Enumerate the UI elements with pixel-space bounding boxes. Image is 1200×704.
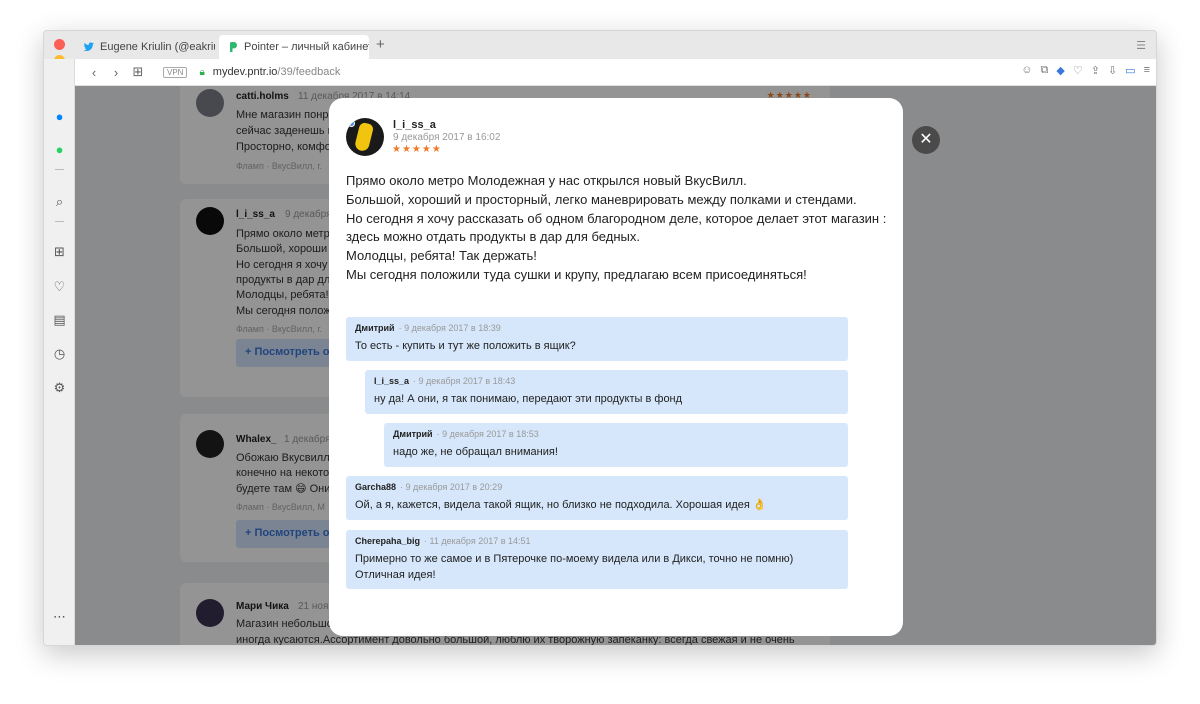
- tabs-grid-icon[interactable]: ⊞: [127, 64, 149, 80]
- banana-avatar-icon: [353, 121, 375, 153]
- comment: Дмитрий · 9 декабря 2017 в 18:39 То есть …: [346, 317, 848, 361]
- search-icon[interactable]: ⌕: [52, 194, 67, 209]
- review-text-line: Мы сегодня положили туда сушки и крупу, …: [346, 266, 807, 282]
- comment-text: Примерно то же самое и в Пятерочке по-мо…: [355, 553, 794, 565]
- bookmarks-heart-icon[interactable]: ♡: [52, 279, 67, 294]
- comment-reply: l_i_ss_a · 9 декабря 2017 в 18:43 ну да! …: [365, 370, 848, 414]
- news-icon[interactable]: ▤: [52, 312, 67, 327]
- lock-icon: 🔒︎: [199, 66, 205, 78]
- tab-twitter[interactable]: Eugene Kriulin (@eakriulin) /: [75, 35, 215, 59]
- review-text-line: Прямо около метро Молодежная у нас откры…: [346, 173, 747, 188]
- review-modal: l_i_ss_a 9 декабря 2017 в 16:02 ★★★★★ Пр…: [329, 98, 903, 636]
- comment-author[interactable]: Дмитрий: [355, 323, 395, 333]
- comment-reply: Дмитрий · 9 декабря 2017 в 18:53 надо же,…: [384, 423, 848, 467]
- review-text-line: Большой, хороший и просторный, легко ман…: [346, 191, 857, 207]
- comment-text: ну да! А они, я так понимаю, передают эт…: [374, 393, 683, 405]
- comment-author[interactable]: l_i_ss_a: [374, 376, 409, 386]
- speed-dial-icon[interactable]: ⊞: [52, 244, 67, 259]
- review-text-line: Но сегодня я хочу рассказать об одном бл…: [346, 210, 887, 226]
- history-clock-icon[interactable]: ◷: [52, 346, 67, 361]
- comment-author[interactable]: Cherepaha_big: [355, 536, 420, 546]
- comment-author[interactable]: Garcha88: [355, 482, 396, 492]
- settings-gear-icon[interactable]: ⚙: [52, 380, 67, 395]
- twitter-icon: [83, 41, 95, 53]
- url-field[interactable]: mydev.pntr.io/39/feedback: [213, 66, 341, 78]
- share-icon[interactable]: ⇪: [1091, 64, 1100, 77]
- comment: Cherepaha_big · 11 декабря 2017 в 14:51 П…: [346, 530, 848, 589]
- comment-text: То есть - купить и тут же положить в ящи…: [355, 340, 576, 352]
- review-body: Прямо около метро Молодежная у нас откры…: [346, 172, 886, 285]
- back-icon[interactable]: ‹: [83, 65, 105, 80]
- address-bar: ‹ › ⊞ VPN 🔒︎ mydev.pntr.io/39/feedback ☺…: [75, 59, 1156, 86]
- tab-pointer[interactable]: Pointer – личный кабинет: [219, 35, 369, 59]
- comment: Garcha88 · 9 декабря 2017 в 20:29 Ой, а я…: [346, 476, 848, 520]
- comment-text: Ой, а я, кажется, видела такой ящик, но …: [355, 499, 767, 511]
- tab-label: Eugene Kriulin (@eakriulin) /: [100, 41, 215, 53]
- pointer-logo-icon: [227, 41, 239, 53]
- tab-menu-icon[interactable]: ☰: [1136, 39, 1146, 52]
- browser-sidebar: ● ● ⌕ ⊞ ♡ ▤ ◷ ⚙ ⋯: [44, 59, 75, 645]
- comment-date: 9 декабря 2017 в 18:53: [442, 429, 539, 439]
- tab-label: Pointer – личный кабинет: [244, 41, 369, 53]
- review-text-line: Молодцы, ребята! Так держать!: [346, 248, 537, 264]
- review-author[interactable]: l_i_ss_a: [393, 119, 436, 131]
- comment-date: 9 декабря 2017 в 20:29: [405, 482, 503, 492]
- close-modal-button[interactable]: ✕: [912, 126, 940, 154]
- avatar: [346, 118, 384, 156]
- comment-date: 11 декабря 2017 в 14:51: [429, 536, 531, 546]
- comment-text: надо же, не обращал внимания!: [393, 446, 558, 458]
- heart-icon[interactable]: ♡: [1073, 64, 1083, 77]
- comment-author[interactable]: Дмитрий: [393, 429, 433, 439]
- emoji-icon[interactable]: ☺: [1021, 64, 1032, 77]
- download-icon[interactable]: ⇩: [1108, 64, 1117, 77]
- rating-stars: ★★★★★: [392, 144, 442, 155]
- forward-icon[interactable]: ›: [105, 65, 127, 80]
- vpn-badge[interactable]: VPN: [163, 66, 188, 78]
- comment-date: 9 декабря 2017 в 18:39: [404, 323, 501, 333]
- sidebar-divider: [55, 169, 64, 170]
- battery-icon: ▭: [1125, 65, 1136, 77]
- snapshot-icon[interactable]: ⧉: [1041, 64, 1049, 77]
- close-window-button[interactable]: [54, 39, 65, 50]
- tab-bar: Eugene Kriulin (@eakriulin) / Pointer – …: [44, 31, 1156, 59]
- comment-date: 9 декабря 2017 в 18:43: [418, 376, 516, 386]
- review-date: 9 декабря 2017 в 16:02: [393, 132, 501, 143]
- shield-icon[interactable]: ◆: [1056, 64, 1064, 77]
- sidebar-divider: [55, 221, 64, 222]
- review-text-line: здесь можно отдать продукты в дар для бе…: [346, 229, 640, 245]
- new-tab-button[interactable]: +: [376, 36, 385, 53]
- online-dot: [348, 120, 355, 127]
- settings-icon[interactable]: ≡: [1144, 64, 1150, 77]
- comment-text: Отличная идея!: [355, 569, 436, 581]
- whatsapp-icon[interactable]: ●: [52, 142, 67, 157]
- messenger-icon[interactable]: ●: [52, 109, 67, 124]
- more-icon[interactable]: ⋯: [52, 609, 67, 624]
